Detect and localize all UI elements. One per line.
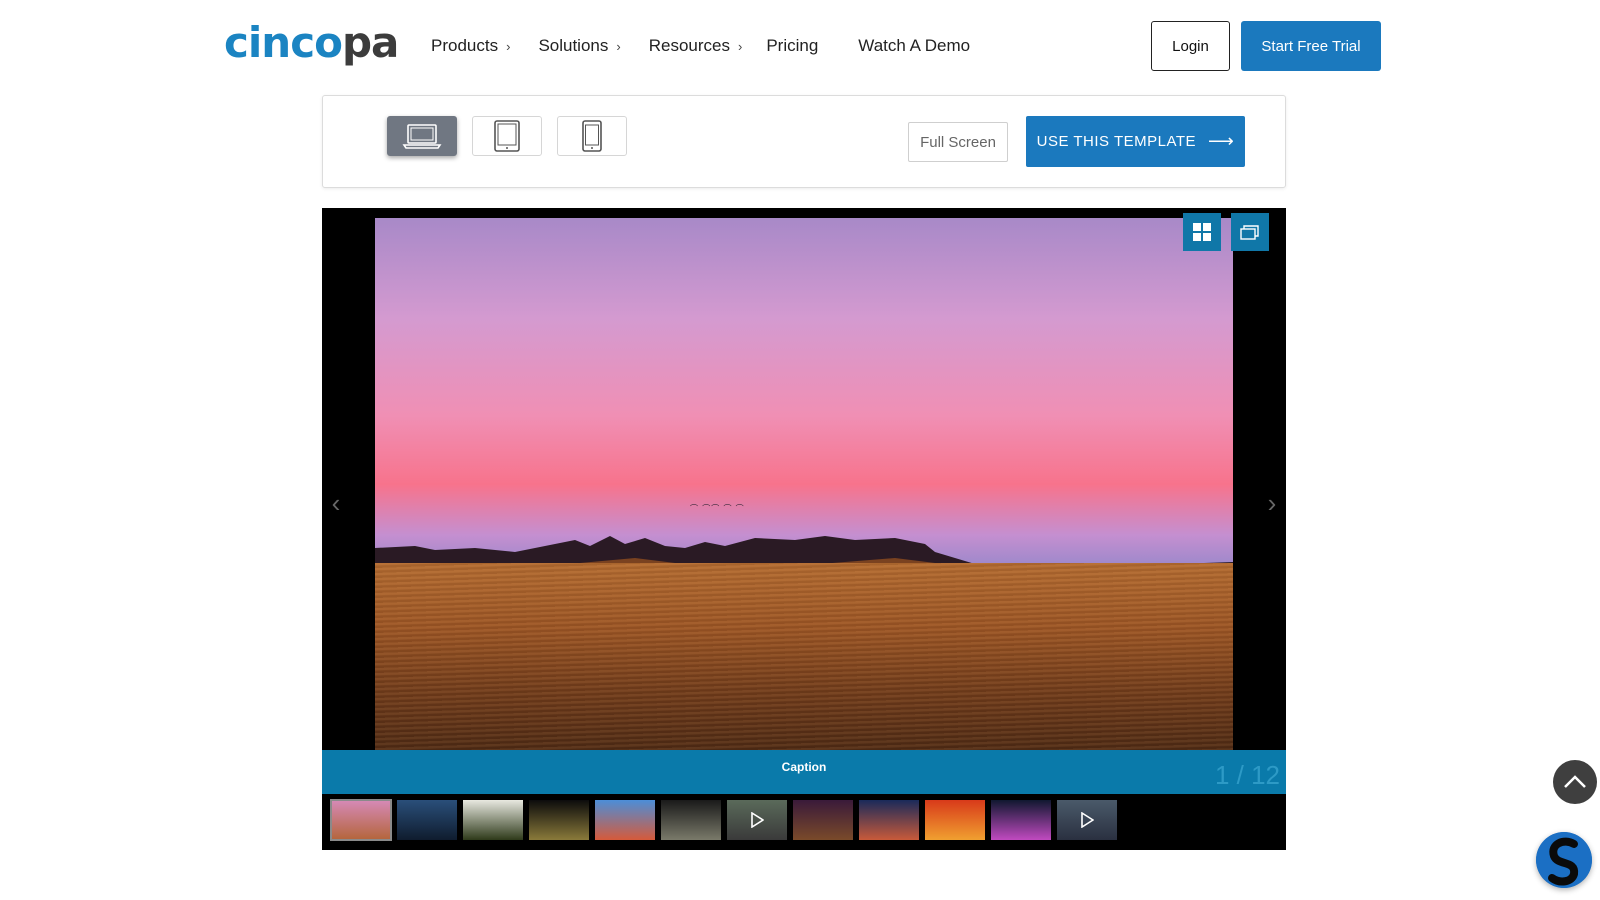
scroll-to-top-button[interactable] bbox=[1553, 760, 1597, 804]
nav-pricing[interactable]: Pricing bbox=[766, 36, 818, 56]
cincopa-logo[interactable]: cincopa bbox=[224, 18, 399, 68]
chat-widget-button[interactable] bbox=[1536, 832, 1592, 888]
thumbnail-purple-haze[interactable] bbox=[793, 800, 853, 840]
tablet-icon bbox=[494, 120, 520, 152]
device-tablet-button[interactable] bbox=[472, 116, 542, 156]
device-laptop-button[interactable] bbox=[387, 116, 457, 156]
arrow-right-icon: ⟶ bbox=[1208, 131, 1235, 151]
slideshow-view-button[interactable] bbox=[1231, 213, 1269, 251]
thumbnail-city-night[interactable] bbox=[991, 800, 1051, 840]
thumbnail-skyline-video[interactable] bbox=[1057, 800, 1117, 840]
slide-birds: ⌒ ⌒⌒ ⌒ ⌒ bbox=[690, 504, 745, 513]
thumbnail-strip bbox=[330, 799, 1123, 841]
login-button[interactable]: Login bbox=[1151, 21, 1230, 71]
phone-icon bbox=[582, 120, 602, 152]
thumbnail-bee[interactable] bbox=[529, 800, 589, 840]
full-screen-button[interactable]: Full Screen bbox=[908, 122, 1008, 162]
next-slide-arrow[interactable]: › bbox=[1260, 483, 1284, 523]
nav-label: Resources bbox=[648, 36, 730, 55]
prev-slide-arrow[interactable]: ‹ bbox=[324, 483, 348, 523]
start-free-trial-button[interactable]: Start Free Trial bbox=[1241, 21, 1381, 71]
slide-field-texture bbox=[375, 563, 1233, 750]
slide-counter: 1 / 12 bbox=[1214, 760, 1280, 790]
thumbnail-owl[interactable] bbox=[661, 800, 721, 840]
thumbnail-bridge-night[interactable] bbox=[397, 800, 457, 840]
thumbnail-crowd-video[interactable] bbox=[727, 800, 787, 840]
preview-toolbar: Full Screen USE THIS TEMPLATE ⟶ bbox=[322, 95, 1286, 188]
play-icon bbox=[1057, 800, 1117, 840]
chat-logo-icon bbox=[1536, 832, 1592, 888]
device-phone-button[interactable] bbox=[557, 116, 627, 156]
chevron-right-icon: › bbox=[1267, 487, 1277, 518]
logo-text-accent: pa bbox=[341, 18, 399, 67]
chevron-right-icon: › bbox=[616, 38, 621, 54]
template-button-label: USE THIS TEMPLATE bbox=[1036, 133, 1197, 150]
thumbnail-gerbera[interactable] bbox=[925, 800, 985, 840]
nav-solutions[interactable]: Solutions › bbox=[538, 36, 620, 56]
use-this-template-button[interactable]: USE THIS TEMPLATE ⟶ bbox=[1026, 116, 1245, 167]
nav-label: Solutions bbox=[538, 36, 609, 55]
thumbnail-daisy[interactable] bbox=[463, 800, 523, 840]
thumbnail-flower-blue[interactable] bbox=[595, 800, 655, 840]
play-icon bbox=[727, 800, 787, 840]
nav-watch-demo[interactable]: Watch A Demo bbox=[858, 36, 970, 56]
chevron-right-icon: › bbox=[506, 38, 511, 54]
chevron-up-icon bbox=[1564, 775, 1586, 788]
thumbnail-sunset-field[interactable] bbox=[330, 799, 392, 841]
laptop-icon bbox=[402, 124, 442, 149]
gallery-player: ⌒ ⌒⌒ ⌒ ⌒ ‹ › Caption 1 / 12 bbox=[322, 208, 1286, 850]
nav-label: Products bbox=[431, 36, 499, 55]
chevron-right-icon: › bbox=[737, 38, 743, 54]
grid-view-button[interactable] bbox=[1183, 213, 1221, 251]
main-slide-image[interactable]: ⌒ ⌒⌒ ⌒ ⌒ bbox=[375, 218, 1233, 750]
logo-text-main: cinco bbox=[224, 18, 343, 67]
slide-caption: Caption bbox=[781, 760, 827, 774]
caption-bar: Caption 1 / 12 bbox=[322, 750, 1286, 794]
nav-label: Pricing bbox=[766, 36, 819, 55]
thumbnail-lake-sunset[interactable] bbox=[859, 800, 919, 840]
grid-icon bbox=[1193, 223, 1211, 241]
nav-products[interactable]: Products › bbox=[431, 36, 510, 56]
nav-resources[interactable]: Resources › bbox=[649, 36, 743, 56]
gallery-stack-icon bbox=[1240, 225, 1259, 240]
site-header: cincopa Products › Solutions › Resources › … bbox=[0, 0, 1600, 90]
nav-label: Watch A Demo bbox=[858, 36, 971, 55]
chevron-left-icon: ‹ bbox=[331, 487, 341, 518]
main-nav: Products › Solutions › Resources › Pricing … bbox=[431, 34, 998, 58]
